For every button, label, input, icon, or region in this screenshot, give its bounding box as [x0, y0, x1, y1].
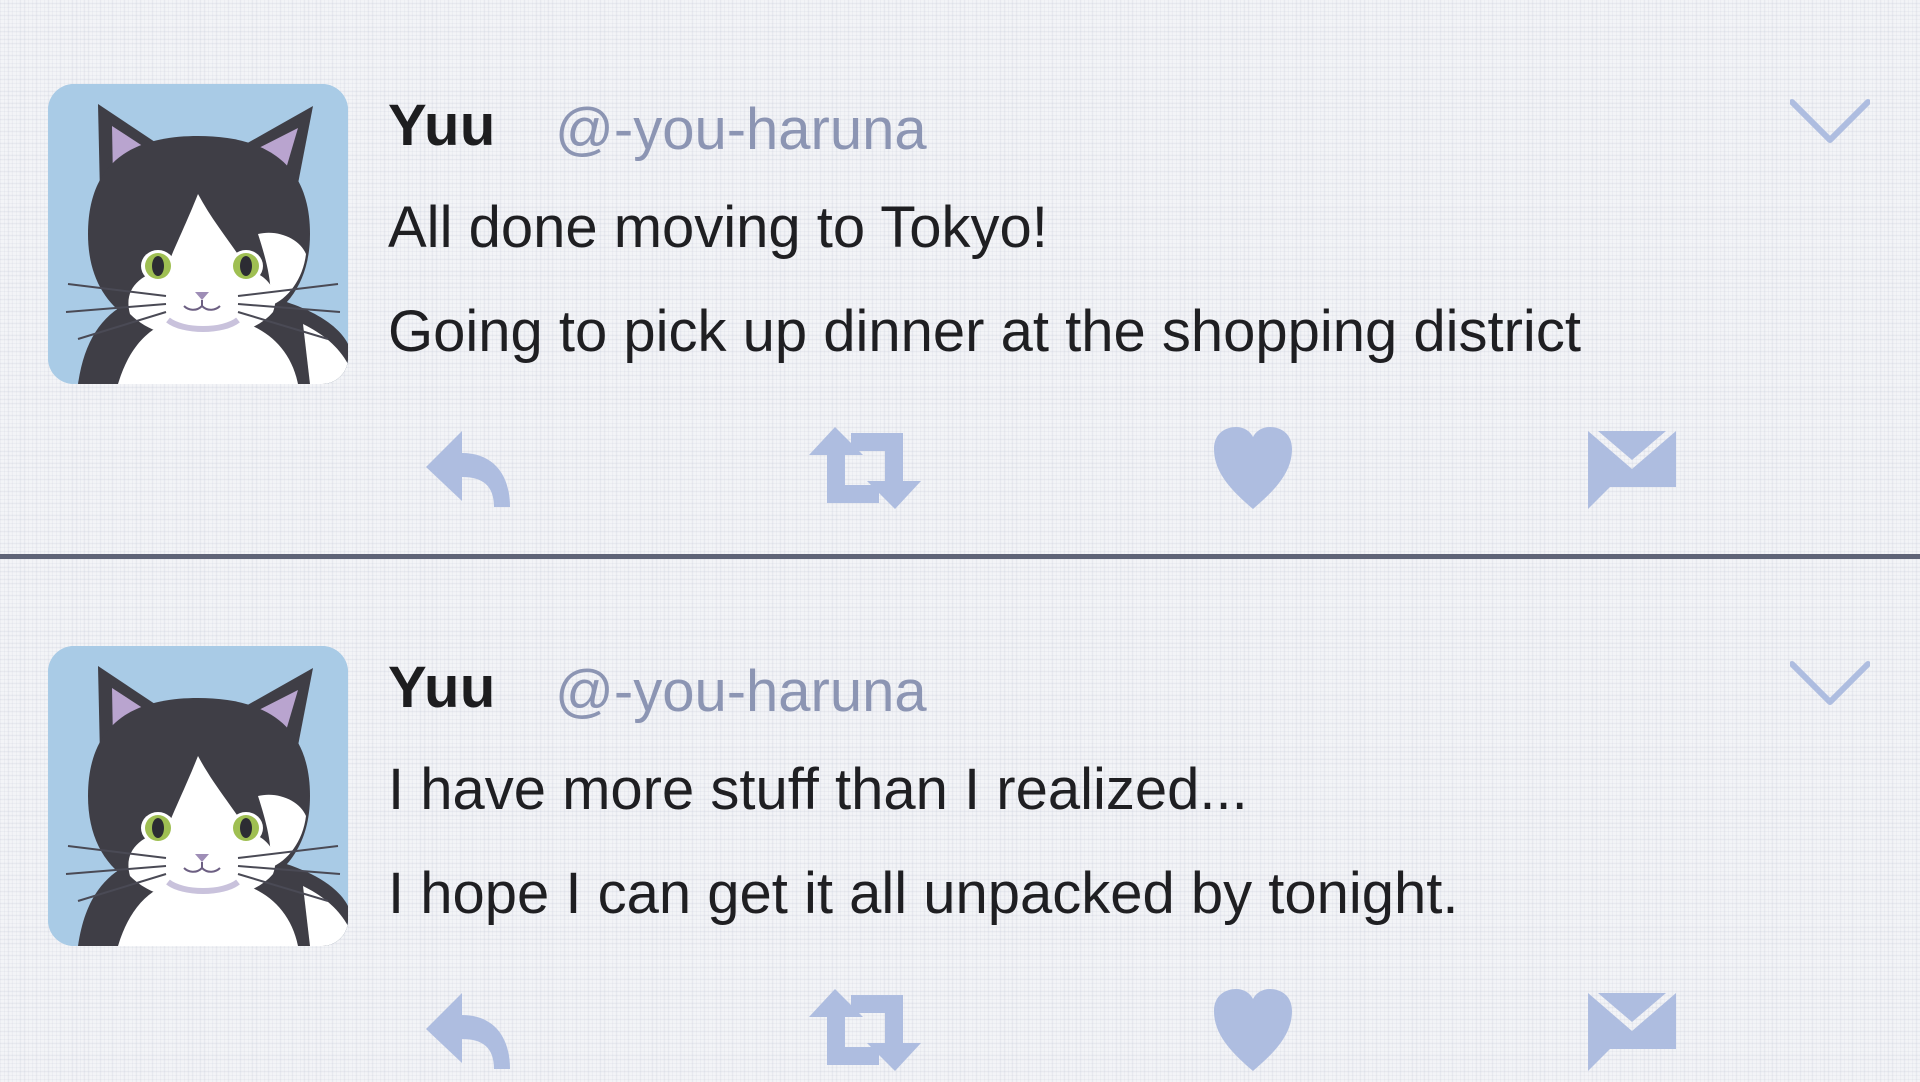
timeline-feed: Yuu @-you-haruna All done moving to Toky… [0, 0, 1920, 1080]
chevron-down-icon[interactable] [1789, 96, 1871, 146]
tweet-text-line: All done moving to Tokyo! [388, 195, 1048, 260]
display-name[interactable]: Yuu [388, 92, 496, 159]
like-icon[interactable] [1212, 987, 1294, 1073]
reply-icon[interactable] [422, 425, 514, 511]
cat-avatar-icon [48, 84, 348, 384]
user-handle[interactable]: @-you-haruna [555, 96, 927, 163]
user-handle[interactable]: @-you-haruna [555, 658, 927, 725]
reply-icon[interactable] [422, 987, 514, 1073]
like-icon[interactable] [1212, 425, 1294, 511]
avatar[interactable] [48, 84, 348, 384]
tweet-text-line: I hope I can get it all unpacked by toni… [388, 861, 1459, 926]
tweet-card[interactable]: Yuu @-you-haruna All done moving to Toky… [0, 0, 1920, 520]
tweet-text-line: Going to pick up dinner at the shopping … [388, 299, 1581, 364]
message-icon[interactable] [1588, 987, 1676, 1073]
cat-avatar-icon [48, 646, 348, 946]
tweet-card[interactable]: Yuu @-you-haruna I have more stuff than … [0, 562, 1920, 1082]
retweet-icon[interactable] [805, 425, 925, 511]
avatar[interactable] [48, 646, 348, 946]
display-name[interactable]: Yuu [388, 654, 496, 721]
tweet-divider [0, 554, 1920, 559]
message-icon[interactable] [1588, 425, 1676, 511]
tweet-text-line: I have more stuff than I realized... [388, 757, 1248, 822]
chevron-down-icon[interactable] [1789, 658, 1871, 708]
retweet-icon[interactable] [805, 987, 925, 1073]
